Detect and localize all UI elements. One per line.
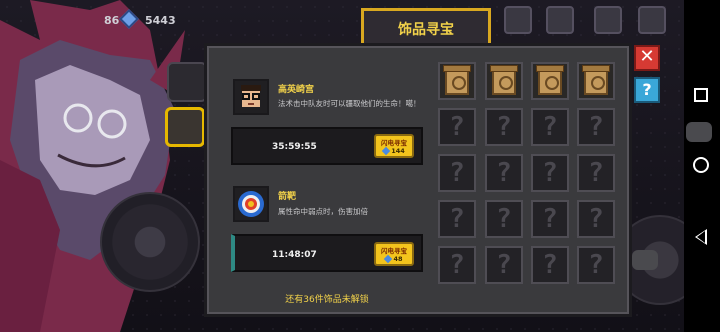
menu-icon[interactable] <box>638 6 666 34</box>
back-icon[interactable] <box>695 229 707 245</box>
chat-icon[interactable] <box>632 250 658 270</box>
shop-cart-icon[interactable] <box>594 6 622 34</box>
gem-count: 5443 <box>145 14 176 27</box>
locked-slot[interactable]: ? <box>485 200 523 238</box>
entry-timer: 35:59:55 <box>272 142 317 152</box>
target-icon <box>233 186 269 222</box>
locked-slot[interactable]: ? <box>531 154 569 192</box>
chat-icon[interactable] <box>686 122 712 142</box>
system-nav-bar <box>684 0 720 332</box>
flash-hunt-label: 闪电寻宝 <box>381 247 407 255</box>
locked-slot[interactable]: ? <box>531 200 569 238</box>
entry-timer: 11:48:07 <box>272 250 317 260</box>
locked-slot[interactable]: ? <box>485 246 523 284</box>
entry-name: 箭靶 <box>278 192 297 202</box>
accessory-item-slot[interactable] <box>165 107 205 147</box>
scroll-icon <box>582 65 610 95</box>
locked-slot[interactable]: ? <box>577 200 615 238</box>
pouch-item-slot[interactable] <box>167 62 207 102</box>
flash-hunt-cost: 48 <box>376 254 412 264</box>
locked-count-text: 还有36件饰品未解锁 <box>285 295 369 305</box>
locked-slot[interactable]: ? <box>577 246 615 284</box>
locked-slot[interactable]: ? <box>577 154 615 192</box>
help-button[interactable]: ? <box>634 77 660 103</box>
entry-name: 高英崎宫 <box>278 85 315 95</box>
accessory-scroll-slot[interactable] <box>531 62 569 100</box>
camera-icon[interactable] <box>504 6 532 34</box>
accessory-scroll-slot[interactable] <box>577 62 615 100</box>
villain-character-art <box>0 0 185 332</box>
locked-slot[interactable]: ? <box>531 108 569 146</box>
flash-hunt-button[interactable]: 闪电寻宝 144 <box>374 134 414 158</box>
accessory-scroll-slot[interactable] <box>485 62 523 100</box>
panel-title-tab: 饰品寻宝 <box>361 8 491 46</box>
gift-icon[interactable] <box>546 6 574 34</box>
locked-slot[interactable]: ? <box>438 108 476 146</box>
scroll-icon <box>443 65 471 95</box>
nerd-face-icon <box>233 79 269 115</box>
scroll-icon <box>536 65 564 95</box>
locked-slot[interactable]: ? <box>577 108 615 146</box>
home-icon[interactable] <box>693 157 709 173</box>
locked-slot[interactable]: ? <box>485 154 523 192</box>
locked-slot[interactable]: ? <box>438 246 476 284</box>
scroll-icon <box>490 65 518 95</box>
locked-slot[interactable]: ? <box>438 200 476 238</box>
game-screen: 86 5443 饰品寻宝 ✕ ? 高英崎宫 法术击中队友时可以疆取他们的生命！噶… <box>0 0 720 332</box>
entry-description: 属性命中弱点时，伤害加倍 <box>278 207 368 216</box>
recent-apps-icon[interactable] <box>694 88 708 102</box>
accessory-scroll-slot[interactable] <box>438 62 476 100</box>
locked-slot[interactable]: ? <box>485 108 523 146</box>
close-button[interactable]: ✕ <box>634 45 660 71</box>
entry-description: 法术击中队友时可以疆取他们的生命！噶！ <box>278 99 421 108</box>
partial-count: 86 <box>104 14 120 27</box>
locked-slot[interactable]: ? <box>531 246 569 284</box>
movement-joystick[interactable] <box>100 192 200 292</box>
gem-icon <box>381 146 391 156</box>
flash-hunt-button[interactable]: 闪电寻宝 48 <box>374 242 414 266</box>
gem-icon <box>384 254 393 264</box>
locked-slot[interactable]: ? <box>438 154 476 192</box>
flash-hunt-cost: 144 <box>376 146 412 156</box>
flash-hunt-label: 闪电寻宝 <box>381 139 407 147</box>
